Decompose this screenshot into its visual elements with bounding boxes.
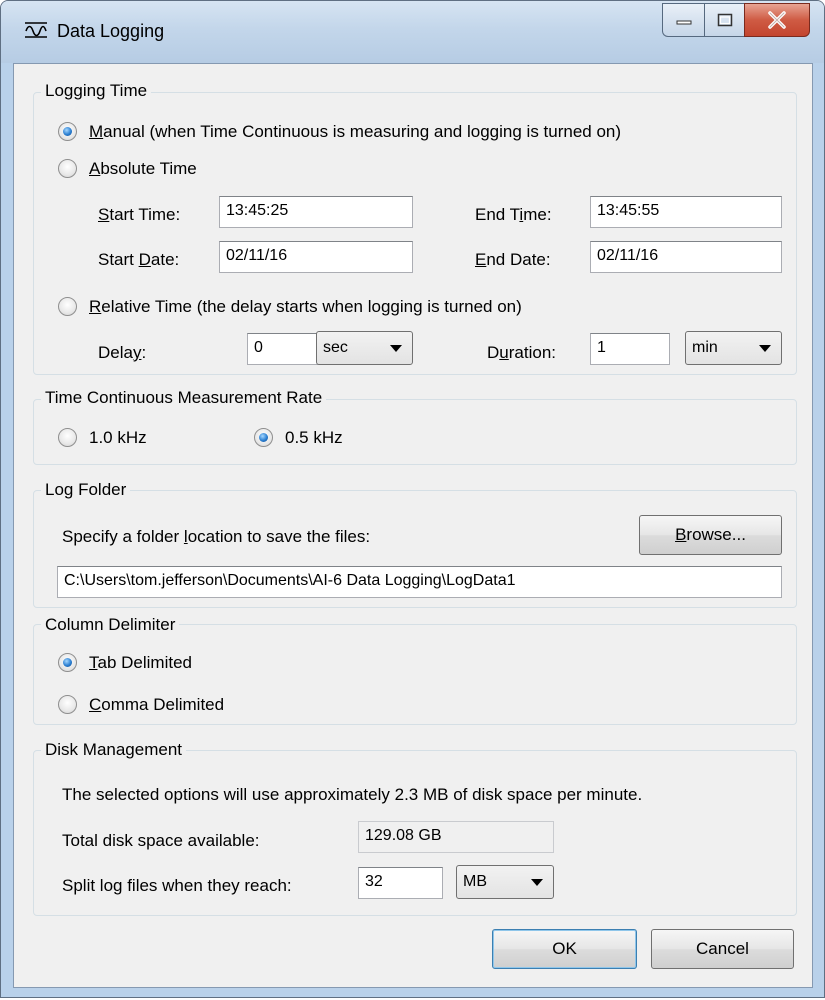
start-time-label: Start Time: (98, 205, 181, 224)
relative-time-radio[interactable] (58, 297, 77, 316)
delay-unit-select[interactable]: sec (316, 331, 413, 365)
disk-management-label: Disk Management (41, 740, 187, 760)
end-time-field[interactable]: 13:45:55 (590, 196, 782, 228)
close-icon (768, 11, 786, 29)
split-files-label: Split log files when they reach: (62, 876, 292, 895)
absolute-time-label[interactable]: Absolute Time (89, 159, 197, 179)
available-space-label: Total disk space available: (62, 831, 260, 850)
rate-0-5khz-radio[interactable] (254, 428, 273, 447)
log-folder-path-field[interactable]: C:\Users\tom.jefferson\Documents\AI-6 Da… (57, 566, 782, 598)
comma-delimited-label[interactable]: Comma Delimited (89, 695, 224, 715)
minimize-button[interactable] (662, 3, 704, 37)
disk-usage-text: The selected options will use approximat… (62, 785, 643, 804)
comma-delimited-radio[interactable] (58, 695, 77, 714)
cancel-button[interactable]: Cancel (651, 929, 794, 969)
start-date-field[interactable]: 02/11/16 (219, 241, 413, 273)
end-date-label: End Date: (475, 250, 551, 269)
measurement-rate-group (33, 399, 797, 465)
duration-label: Duration: (487, 343, 556, 362)
manual-radio-label[interactable]: Manual (when Time Continuous is measurin… (89, 122, 621, 142)
delay-label: Delay: (98, 343, 147, 362)
minimize-icon (676, 20, 691, 25)
rate-1khz-radio[interactable] (58, 428, 77, 447)
app-icon (25, 22, 47, 38)
duration-field[interactable]: 1 (590, 333, 670, 365)
end-date-field[interactable]: 02/11/16 (590, 241, 782, 273)
start-time-field[interactable]: 13:45:25 (219, 196, 413, 228)
browse-button[interactable]: Browse... (639, 515, 782, 555)
measurement-rate-label: Time Continuous Measurement Rate (41, 388, 327, 408)
relative-time-label[interactable]: Relative Time (the delay starts when log… (89, 297, 522, 317)
delay-unit-value: sec (323, 339, 348, 356)
maximize-button[interactable] (704, 3, 744, 37)
chevron-down-icon (759, 345, 771, 352)
end-time-label: End Time: (475, 205, 552, 224)
chevron-down-icon (390, 345, 402, 352)
absolute-time-radio[interactable] (58, 159, 77, 178)
start-date-label: Start Date: (98, 250, 180, 269)
window-title: Data Logging (57, 21, 165, 41)
tab-delimited-radio[interactable] (58, 653, 77, 672)
close-button[interactable] (744, 3, 810, 37)
split-unit-value: MB (463, 873, 487, 890)
rate-1khz-label[interactable]: 1.0 kHz (89, 428, 147, 448)
data-logging-window: Data Logging Logging Time Manual (when T… (0, 0, 825, 998)
folder-prompt-label: Specify a folder location to save the fi… (62, 527, 371, 546)
split-size-field[interactable]: 32 (358, 867, 443, 899)
ok-button[interactable]: OK (492, 929, 637, 969)
split-unit-select[interactable]: MB (456, 865, 554, 899)
column-delimiter-label: Column Delimiter (41, 615, 180, 635)
manual-radio[interactable] (58, 122, 77, 141)
available-space-value: 129.08 GB (358, 821, 554, 853)
tab-delimited-label[interactable]: Tab Delimited (89, 653, 192, 673)
rate-0-5khz-label[interactable]: 0.5 kHz (285, 428, 343, 448)
duration-unit-select[interactable]: min (685, 331, 782, 365)
log-folder-label: Log Folder (41, 480, 131, 500)
title-bar[interactable]: Data Logging (1, 1, 824, 63)
duration-unit-value: min (692, 339, 718, 356)
logging-time-label: Logging Time (41, 81, 152, 101)
chevron-down-icon (531, 879, 543, 886)
maximize-icon (717, 13, 732, 27)
